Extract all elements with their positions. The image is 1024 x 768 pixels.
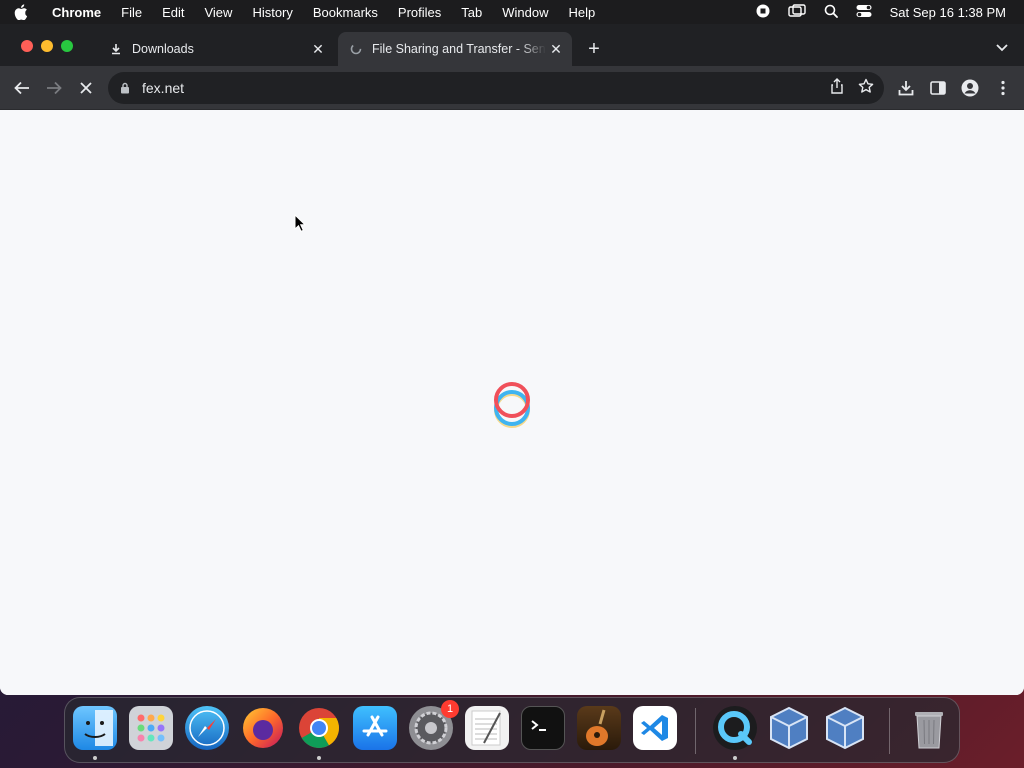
downloads-icon[interactable]: [896, 78, 916, 98]
dock-app-store-icon[interactable]: [353, 706, 397, 750]
control-center-icon[interactable]: [856, 4, 872, 21]
dock-firefox-icon[interactable]: [241, 706, 285, 750]
menu-app-name[interactable]: Chrome: [52, 5, 101, 20]
browser-window: Downloads ✕ File Sharing and Transfer - …: [0, 24, 1024, 695]
tab-close-icon[interactable]: ✕: [308, 39, 328, 59]
address-bar[interactable]: fex.net: [108, 72, 884, 104]
window-close-button[interactable]: [21, 40, 33, 52]
dock-separator: [695, 708, 696, 754]
notification-badge: 1: [441, 700, 459, 718]
tab-title: Downloads: [132, 42, 194, 56]
dock-vscode-icon[interactable]: [633, 706, 677, 750]
tab-close-icon[interactable]: ✕: [546, 39, 566, 59]
dock-quicktime-icon[interactable]: [713, 706, 757, 760]
menu-file[interactable]: File: [121, 5, 142, 20]
tab-strip: Downloads ✕ File Sharing and Transfer - …: [0, 24, 1024, 66]
tab-title: File Sharing and Transfer - Send: [372, 42, 546, 56]
lock-icon[interactable]: [120, 81, 132, 95]
screen-mirroring-icon[interactable]: [787, 3, 806, 21]
new-tab-button[interactable]: +: [584, 38, 604, 60]
dock-launchpad-icon[interactable]: [129, 706, 173, 750]
apple-menu-icon[interactable]: [14, 4, 36, 20]
menu-edit[interactable]: Edit: [162, 5, 184, 20]
page-content: [0, 110, 1024, 695]
tab-downloads[interactable]: Downloads ✕: [98, 32, 334, 66]
menu-history[interactable]: History: [252, 5, 292, 20]
tab-search-chevron-icon[interactable]: [994, 40, 1010, 56]
dock-terminal-icon[interactable]: [521, 706, 565, 750]
loading-spinner-icon: [494, 382, 530, 428]
menu-bookmarks[interactable]: Bookmarks: [313, 5, 378, 20]
browser-toolbar: fex.net: [0, 66, 1024, 110]
dock-system-preferences-icon[interactable]: 1: [409, 700, 459, 750]
running-indicator: [733, 756, 737, 760]
dock: 1: [64, 697, 960, 763]
forward-arrow-icon[interactable]: [44, 78, 64, 98]
dock-trash-icon[interactable]: [907, 706, 951, 750]
dock-virtualbox-vm-icon[interactable]: [823, 706, 867, 750]
running-indicator: [93, 756, 97, 760]
stop-loading-icon[interactable]: [76, 78, 96, 98]
menu-bar-clock[interactable]: Sat Sep 16 1:38 PM: [890, 5, 1006, 20]
mouse-cursor-icon: [294, 214, 306, 232]
chrome-menu-icon[interactable]: [993, 78, 1013, 98]
menu-bar-extras: Sat Sep 16 1:38 PM: [756, 0, 1006, 24]
menu-bar: Chrome File Edit View History Bookmarks …: [0, 0, 1024, 24]
dock-chrome-icon[interactable]: [297, 706, 341, 760]
tab-file-sharing[interactable]: File Sharing and Transfer - Send ✕: [338, 32, 572, 66]
menu-window[interactable]: Window: [502, 5, 548, 20]
dock-finder-icon[interactable]: [73, 706, 117, 760]
dock-safari-icon[interactable]: [185, 706, 229, 750]
menu-help[interactable]: Help: [569, 5, 596, 20]
download-icon: [108, 41, 124, 57]
omnibox-actions: [830, 78, 874, 99]
spotlight-search-icon[interactable]: [824, 4, 838, 21]
dock-textedit-icon[interactable]: [465, 706, 509, 750]
running-indicator: [317, 756, 321, 760]
share-icon[interactable]: [830, 78, 844, 99]
menu-profiles[interactable]: Profiles: [398, 5, 441, 20]
bookmark-star-icon[interactable]: [858, 78, 874, 99]
window-minimize-button[interactable]: [41, 40, 53, 52]
dock-garageband-icon[interactable]: [577, 706, 621, 750]
dock-virtualbox-icon[interactable]: [767, 706, 811, 750]
loading-icon: [348, 41, 364, 57]
menu-view[interactable]: View: [204, 5, 232, 20]
dock-separator: [889, 708, 890, 754]
screen-record-icon[interactable]: [756, 4, 770, 21]
back-arrow-icon[interactable]: [12, 78, 32, 98]
profile-avatar-icon[interactable]: [960, 78, 980, 98]
url-text[interactable]: fex.net: [142, 80, 184, 96]
menu-tab[interactable]: Tab: [461, 5, 482, 20]
window-zoom-button[interactable]: [61, 40, 73, 52]
side-panel-icon[interactable]: [928, 78, 948, 98]
